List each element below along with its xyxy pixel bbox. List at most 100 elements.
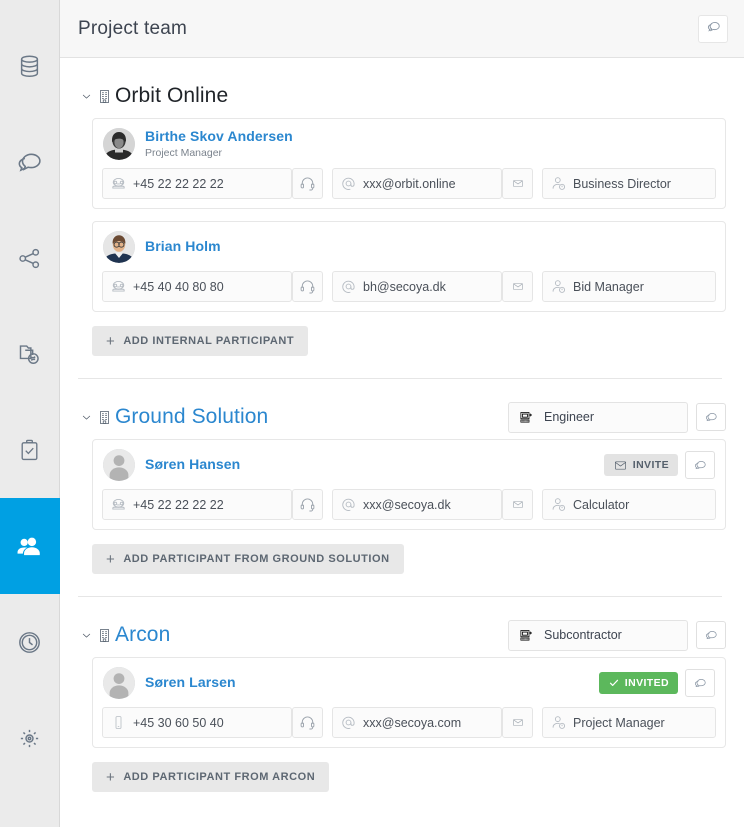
participant-name[interactable]: Birthe Skov Andersen	[145, 128, 293, 146]
participant-header: Brian Holm	[93, 222, 725, 271]
building-icon	[97, 409, 112, 426]
email-field[interactable]: xxx@orbit.online	[332, 168, 502, 200]
participant-card: Birthe Skov Andersen Project Manager +45 …	[92, 118, 726, 210]
phone-field[interactable]: +45 40 40 80 80	[102, 271, 292, 303]
sidebar-item-chat[interactable]	[0, 114, 60, 210]
role-field[interactable]: Bid Manager	[542, 271, 716, 303]
clock-icon	[16, 629, 43, 656]
company-type-field[interactable]: Engineer	[508, 401, 688, 433]
sidebar-item-data[interactable]	[0, 18, 60, 114]
sidebar-item-documents[interactable]	[0, 306, 60, 402]
phone-value: +45 30 60 50 40	[133, 715, 224, 730]
chat-bubble-icon	[706, 19, 721, 39]
company-section: Arcon Subcontractor Søren Larsen INVITED +…	[74, 597, 726, 793]
telephone-icon	[103, 278, 133, 295]
participant-chat-button[interactable]	[685, 451, 715, 480]
avatar	[103, 667, 135, 700]
call-button[interactable]	[292, 168, 323, 200]
person-role-icon	[543, 175, 573, 192]
at-icon	[333, 278, 363, 295]
participant-chat-button[interactable]	[685, 669, 715, 698]
avatar	[103, 449, 135, 482]
role-field[interactable]: Calculator	[542, 489, 716, 521]
company-name: Orbit Online	[115, 84, 229, 107]
participant-name[interactable]: Søren Hansen	[145, 456, 240, 474]
participant-name[interactable]: Søren Larsen	[145, 674, 236, 692]
person-role-icon	[543, 714, 573, 731]
participant-card: Søren Hansen INVITE +45 22 22 22 22 xxx@s…	[92, 439, 726, 531]
person-role-icon	[543, 496, 573, 513]
chat-bubble-icon	[693, 676, 707, 690]
check-icon	[608, 677, 620, 689]
email-value: xxx@orbit.online	[363, 176, 456, 191]
plus-icon: +	[106, 332, 116, 350]
company-chat-button[interactable]	[696, 403, 726, 432]
participant-fields: +45 40 40 80 80 bh@secoya.dk Bid Manager	[93, 271, 725, 311]
send-email-button[interactable]	[502, 168, 533, 200]
company-chat-button[interactable]	[696, 621, 726, 650]
add-participant-button[interactable]: + ADD PARTICIPANT FROM GROUND SOLUTION	[92, 544, 404, 575]
database-icon	[16, 53, 43, 80]
call-button[interactable]	[292, 271, 323, 303]
collapse-toggle-chevron-down-icon[interactable]	[80, 411, 93, 424]
role-field[interactable]: Business Director	[542, 168, 716, 200]
send-email-button[interactable]	[502, 707, 533, 739]
company-section-header: Arcon Subcontractor	[74, 613, 726, 657]
phone-value: +45 22 22 22 22	[133, 176, 224, 191]
document-transfer-icon	[16, 341, 43, 368]
header-chat-button[interactable]	[698, 14, 728, 43]
participant-header: Søren Larsen INVITED	[93, 658, 725, 707]
envelope-small-icon	[512, 281, 524, 292]
headset-icon	[299, 714, 316, 731]
sidebar-item-settings[interactable]	[0, 690, 60, 786]
at-icon	[333, 496, 363, 513]
phone-field[interactable]: +45 22 22 22 22	[102, 168, 292, 200]
company-type-label: Engineer	[544, 410, 595, 425]
share-nodes-icon	[16, 245, 43, 272]
send-email-button[interactable]	[502, 271, 533, 303]
envelope-small-icon	[512, 499, 524, 510]
participant-header: Søren Hansen INVITE	[93, 440, 725, 489]
sidebar-item-time[interactable]	[0, 594, 60, 690]
call-button[interactable]	[292, 707, 323, 739]
collapse-toggle-chevron-down-icon[interactable]	[80, 629, 93, 642]
sidebar-item-share[interactable]	[0, 210, 60, 306]
headset-icon	[299, 496, 316, 513]
participant-header: Birthe Skov Andersen Project Manager	[93, 119, 725, 168]
add-participant-button[interactable]: + ADD PARTICIPANT FROM ARCON	[92, 762, 330, 793]
collapse-toggle-chevron-down-icon[interactable]	[80, 90, 93, 103]
sidebar-item-project-team[interactable]	[0, 498, 60, 594]
telephone-icon	[103, 175, 133, 192]
envelope-icon	[613, 459, 628, 472]
top-bar: Project team	[60, 0, 744, 58]
call-button[interactable]	[292, 489, 323, 521]
role-value: Business Director	[573, 176, 671, 191]
badge-label: INVITED	[624, 677, 669, 690]
page-title: Project team	[78, 17, 188, 39]
building-icon	[97, 88, 112, 105]
phone-field[interactable]: +45 30 60 50 40	[102, 707, 292, 739]
email-field[interactable]: xxx@secoya.com	[332, 707, 502, 739]
send-email-button[interactable]	[502, 489, 533, 521]
chat-bubble-icon	[704, 410, 718, 424]
role-value: Project Manager	[573, 715, 665, 730]
email-field[interactable]: bh@secoya.dk	[332, 271, 502, 303]
phone-value: +45 40 40 80 80	[133, 279, 224, 294]
app-root: Project team Orbit Online Birthe Skov An…	[0, 0, 744, 827]
clipboard-check-icon	[17, 438, 42, 463]
at-icon	[333, 714, 363, 731]
email-field[interactable]: xxx@secoya.dk	[332, 489, 502, 521]
add-participant-label: ADD INTERNAL PARTICIPANT	[123, 335, 295, 348]
add-participant-button[interactable]: + ADD INTERNAL PARTICIPANT	[92, 326, 309, 357]
participant-name[interactable]: Brian Holm	[145, 238, 221, 256]
company-name: Arcon	[115, 623, 171, 647]
sidebar-item-tasks[interactable]	[0, 402, 60, 498]
company-type-field[interactable]: Subcontractor	[508, 619, 688, 651]
role-field[interactable]: Project Manager	[542, 707, 716, 739]
phone-field[interactable]: +45 22 22 22 22	[102, 489, 292, 521]
badge-label: INVITE	[632, 459, 669, 472]
participant-identity: Birthe Skov Andersen Project Manager	[145, 128, 293, 160]
invite-button[interactable]: INVITE	[603, 454, 678, 477]
participant-fields: +45 22 22 22 22 xxx@orbit.online Busines…	[93, 168, 725, 208]
at-icon	[333, 175, 363, 192]
